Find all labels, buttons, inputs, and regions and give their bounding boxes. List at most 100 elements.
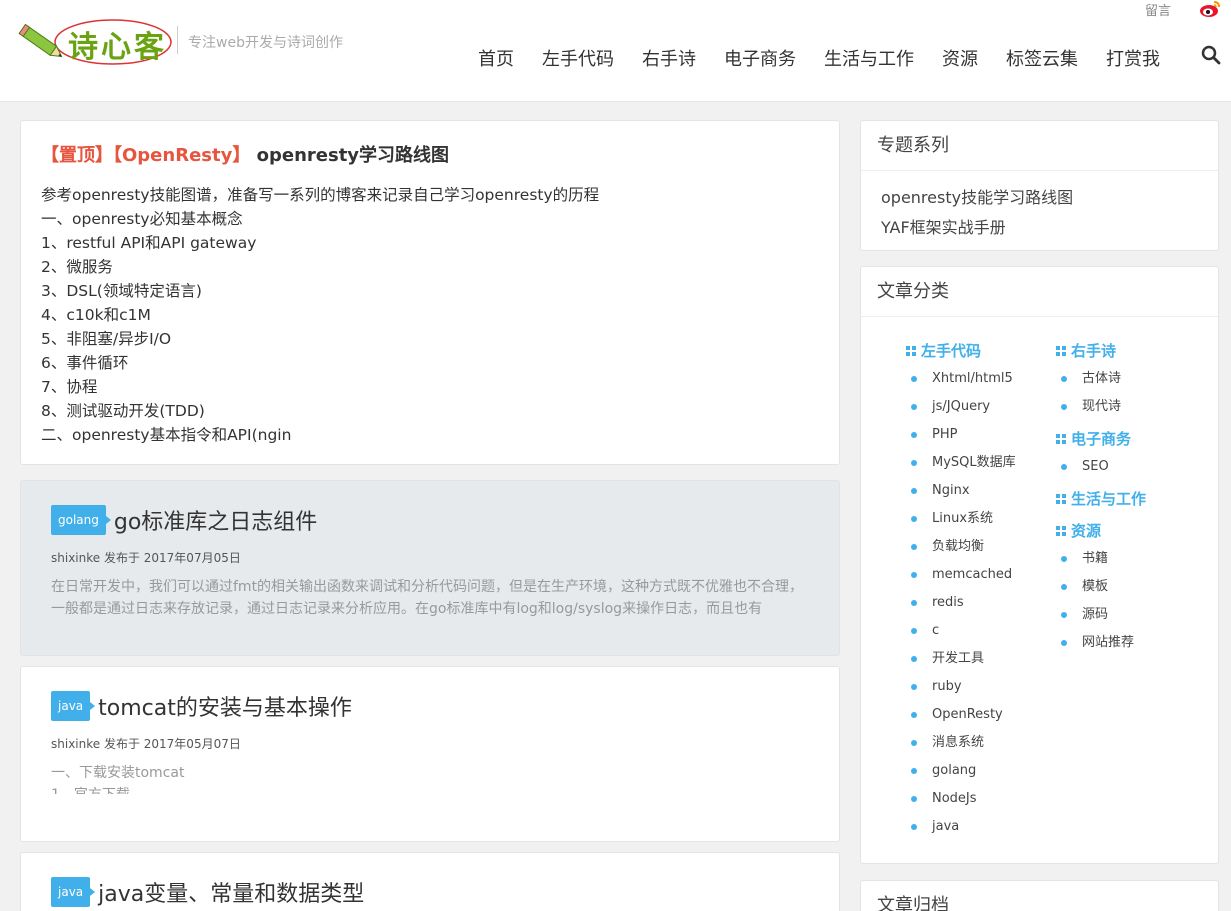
- site-header: 诗心客 专注web开发与诗词创作 留言 首页 左手代码 右手诗 电子商务 生活与工作 资源…: [0, 0, 1231, 102]
- category-grid-icon: [906, 346, 916, 356]
- archive-widget: 文章归档: [860, 880, 1219, 911]
- category-item[interactable]: 负载均衡: [906, 533, 1016, 561]
- series-list: openresty技能学习路线图 YAF框架实战手册: [861, 171, 1218, 255]
- post-excerpt: 一、下载安装tomcat 1、官方下载: [51, 762, 809, 794]
- category-item[interactable]: ruby: [906, 673, 1016, 701]
- series-item[interactable]: openresty技能学习路线图: [881, 183, 1198, 213]
- excerpt-line: 一、下载安装tomcat: [51, 765, 185, 781]
- category-item[interactable]: Xhtml/html5: [906, 365, 1016, 393]
- category-item[interactable]: Linux系统: [906, 505, 1016, 533]
- nav-item[interactable]: 标签云集: [992, 46, 1092, 74]
- category-group-head[interactable]: 左手代码: [906, 337, 1016, 365]
- nav-item[interactable]: 电子商务: [710, 46, 810, 74]
- post-meta: shixinke 发布于 2017年05月07日: [51, 737, 241, 751]
- sticky-line: 2、微服务: [41, 258, 113, 276]
- category-group-head[interactable]: 资源: [1056, 517, 1146, 545]
- series-widget: 专题系列 openresty技能学习路线图 YAF框架实战手册: [860, 120, 1219, 251]
- category-item[interactable]: 古体诗: [1056, 365, 1146, 393]
- post-tag[interactable]: golang: [51, 505, 111, 535]
- logo-text: 诗心客: [68, 30, 167, 65]
- sticky-post-body: 参考openresty技能图谱，准备写一系列的博客来记录自己学习openrest…: [41, 183, 819, 447]
- category-item[interactable]: java: [906, 813, 1016, 841]
- excerpt-line: 在日常开发中，我们可以通过fmt的相关输出函数来调试和分析代码问题，但是在生产环…: [51, 579, 804, 595]
- category-item[interactable]: 源码: [1056, 601, 1146, 629]
- widget-title: 文章分类: [861, 267, 1218, 317]
- sticky-category[interactable]: 【OpenResty】: [113, 145, 250, 166]
- category-column-right: 右手诗古体诗 现代诗电子商务 SEO 生活与工作资源书籍 模板 源码 网站推荐: [1056, 337, 1146, 661]
- sticky-line: 二、openresty基本指令和API(ngin: [41, 426, 292, 444]
- post-header: golang go标准库之日志组件: [51, 505, 809, 535]
- category-item[interactable]: 书籍: [1056, 545, 1146, 573]
- post-title[interactable]: tomcat的安装与基本操作: [98, 690, 352, 722]
- sticky-line: 7、协程: [41, 378, 98, 396]
- main-nav: 首页 左手代码 右手诗 电子商务 生活与工作 资源 标签云集 打赏我: [464, 46, 1174, 74]
- sticky-line: 5、非阻塞/异步I/O: [41, 330, 172, 348]
- category-item[interactable]: 开发工具: [906, 645, 1016, 673]
- sticky-post: 【置顶】【OpenResty】 openresty学习路线图 参考openres…: [20, 120, 840, 465]
- guestbook-link[interactable]: 留言: [1145, 0, 1171, 19]
- category-item[interactable]: MySQL数据库: [906, 449, 1016, 477]
- nav-item[interactable]: 左手代码: [528, 46, 628, 74]
- sticky-line: 4、c10k和c1M: [41, 306, 151, 324]
- nav-item[interactable]: 右手诗: [628, 46, 710, 74]
- excerpt-line: 一般都是通过日志来存放记录，通过日志记录来分析应用。在go标准库中有log和lo…: [51, 601, 763, 617]
- category-group-head[interactable]: 电子商务: [1056, 425, 1146, 453]
- search-icon[interactable]: [1200, 44, 1222, 66]
- post-tag[interactable]: java: [51, 691, 96, 721]
- category-item[interactable]: 消息系统: [906, 729, 1016, 757]
- nav-item[interactable]: 资源: [928, 46, 992, 74]
- post-title[interactable]: java变量、常量和数据类型: [98, 876, 364, 908]
- category-item[interactable]: js/JQuery: [906, 393, 1016, 421]
- category-tree: 左手代码 Xhtml/html5 js/JQuery PHP MySQL数据库 Nginx…: [861, 317, 1218, 857]
- sticky-line: 1、restful API和API gateway: [41, 234, 257, 252]
- sticky-line: 3、DSL(领域特定语言): [41, 282, 202, 300]
- category-item[interactable]: NodeJs: [906, 785, 1016, 813]
- sticky-title-text[interactable]: openresty学习路线图: [257, 145, 449, 166]
- site-tagline: 专注web开发与诗词创作: [188, 35, 343, 51]
- category-item[interactable]: 网站推荐: [1056, 629, 1146, 657]
- category-item[interactable]: PHP: [906, 421, 1016, 449]
- series-item[interactable]: YAF框架实战手册: [881, 213, 1198, 243]
- excerpt-line: 1、官方下载: [51, 784, 809, 794]
- post-card: java tomcat的安装与基本操作 shixinke 发布于 2017年05…: [20, 666, 840, 842]
- post-card: java java变量、常量和数据类型: [20, 852, 840, 911]
- category-group-head[interactable]: 生活与工作: [1056, 485, 1146, 513]
- weibo-icon[interactable]: [1199, 0, 1221, 18]
- categories-widget: 文章分类 左手代码 Xhtml/html5 js/JQuery PHP MySQL数据库…: [860, 266, 1219, 864]
- category-group-head[interactable]: 右手诗: [1056, 337, 1146, 365]
- sticky-line: 8、测试驱动开发(TDD): [41, 402, 205, 420]
- nav-item[interactable]: 首页: [464, 46, 528, 74]
- post-header: java java变量、常量和数据类型: [51, 877, 809, 907]
- category-item[interactable]: golang: [906, 757, 1016, 785]
- post-title[interactable]: go标准库之日志组件: [114, 504, 317, 536]
- category-group-label: 电子商务: [1071, 430, 1132, 448]
- nav-item[interactable]: 生活与工作: [810, 46, 928, 74]
- category-group-label: 右手诗: [1071, 342, 1117, 360]
- category-grid-icon: [1056, 434, 1066, 444]
- sticky-post-title[interactable]: 【置顶】【OpenResty】 openresty学习路线图: [41, 141, 819, 167]
- category-item[interactable]: 模板: [1056, 573, 1146, 601]
- post-tag[interactable]: java: [51, 877, 96, 907]
- category-group-label: 资源: [1071, 522, 1102, 540]
- category-grid-icon: [1056, 494, 1066, 504]
- nav-item[interactable]: 打赏我: [1092, 46, 1174, 74]
- category-item[interactable]: c: [906, 617, 1016, 645]
- sticky-line: 6、事件循环: [41, 354, 129, 372]
- category-item[interactable]: OpenResty: [906, 701, 1016, 729]
- category-group-label: 生活与工作: [1071, 490, 1147, 508]
- post-header: java tomcat的安装与基本操作: [51, 691, 809, 721]
- category-item[interactable]: memcached: [906, 561, 1016, 589]
- post-meta: shixinke 发布于 2017年07月05日: [51, 551, 241, 565]
- category-group-label: 左手代码: [921, 342, 982, 360]
- category-item[interactable]: redis: [906, 589, 1016, 617]
- category-item[interactable]: 现代诗: [1056, 393, 1146, 421]
- category-item[interactable]: SEO: [1056, 453, 1146, 481]
- sticky-badge: 【置顶】: [41, 145, 113, 166]
- post-card: golang go标准库之日志组件 shixinke 发布于 2017年07月0…: [20, 480, 840, 656]
- site-logo[interactable]: 诗心客: [18, 14, 173, 70]
- widget-title: 文章归档: [861, 881, 1218, 911]
- logo-divider: [177, 26, 178, 54]
- sticky-line: 一、openresty必知基本概念: [41, 210, 243, 228]
- category-item[interactable]: Nginx: [906, 477, 1016, 505]
- sticky-line: 参考openresty技能图谱，准备写一系列的博客来记录自己学习openrest…: [41, 186, 600, 204]
